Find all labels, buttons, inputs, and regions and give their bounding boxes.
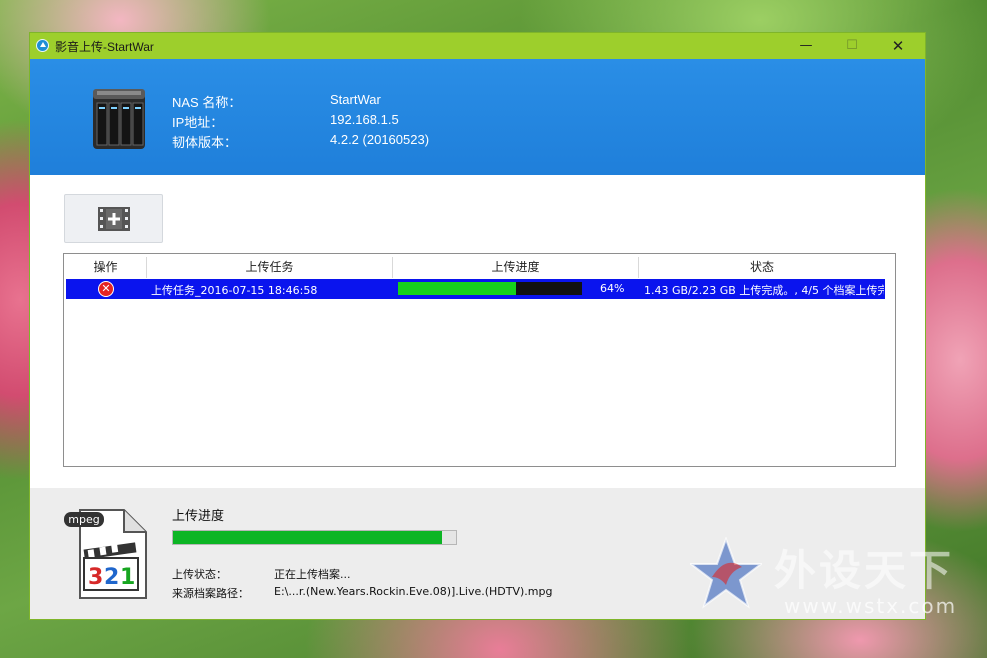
row-progress-fill — [398, 282, 516, 295]
add-upload-task-button[interactable] — [64, 194, 163, 243]
row-progress-bar — [398, 282, 582, 295]
column-header-status[interactable]: 状态 — [639, 257, 885, 278]
upload-progress-bar — [172, 530, 457, 545]
firmware-value: 4.2.2 (20160523) — [330, 132, 430, 147]
mpeg-file-icon: 3 2 1 mpeg — [64, 509, 147, 599]
star-logo-icon — [690, 537, 762, 609]
upload-window: 影音上传-StartWar — ☐ ✕ NAS 名称： IP地址： 韧体版本： … — [29, 32, 926, 620]
table-row[interactable]: ✕ 上传任务_2016-07-15 18:46:58 64% 1.43 GB/2… — [66, 279, 885, 299]
file-digit-3: 3 — [88, 565, 103, 590]
nas-name-value: StartWar — [330, 92, 381, 107]
upload-task-table: 操作 上传任务 上传进度 状态 ✕ 上传任务_2016-07-15 18:46:… — [63, 253, 896, 467]
firmware-label: 韧体版本： — [172, 135, 238, 150]
row-progress-percent: 64% — [600, 282, 625, 295]
nas-info-header: NAS 名称： IP地址： 韧体版本： StartWar 192.168.1.5… — [30, 59, 925, 175]
ip-address-label: IP地址： — [172, 115, 224, 130]
upload-status-label: 上传状态： — [172, 568, 227, 581]
ip-address-value: 192.168.1.5 — [330, 112, 399, 127]
watermark: 外设天下 www.wstx.com — [688, 535, 983, 625]
upload-progress-title: 上传进度 — [172, 509, 225, 524]
nas-name-label: NAS 名称： — [172, 95, 242, 110]
window-title: 影音上传-StartWar — [55, 40, 154, 54]
film-add-icon — [98, 207, 130, 231]
file-digit-1: 1 — [120, 565, 135, 590]
file-digit-2: 2 — [104, 565, 119, 590]
row-status: 1.43 GB/2.23 GB 上传完成。, 4/5 个档案上传完 — [644, 284, 884, 297]
source-path-label: 来源档案路径： — [172, 587, 249, 600]
column-header-task[interactable]: 上传任务 — [147, 257, 393, 278]
upload-status-value: 正在上传档案... — [274, 568, 351, 581]
title-bar[interactable]: 影音上传-StartWar — ☐ ✕ — [30, 33, 925, 59]
watermark-url: www.wstx.com — [784, 594, 958, 618]
nas-device-icon — [93, 89, 145, 149]
watermark-text: 外设天下 — [774, 546, 955, 595]
column-header-progress[interactable]: 上传进度 — [393, 257, 639, 278]
task-name: 上传任务_2016-07-15 18:46:58 — [151, 284, 318, 297]
close-button[interactable]: ✕ — [875, 33, 921, 59]
app-upload-icon — [36, 39, 49, 52]
source-path-value: E:\...r.(New.Years.Rockin.Eve.08)].Live.… — [274, 585, 553, 598]
column-header-action[interactable]: 操作 — [65, 257, 147, 278]
minimize-button[interactable]: — — [783, 33, 829, 59]
cancel-icon[interactable]: ✕ — [98, 281, 114, 297]
file-type-badge: mpeg — [68, 513, 99, 526]
maximize-button[interactable]: ☐ — [829, 33, 875, 59]
upload-progress-fill — [173, 531, 442, 544]
